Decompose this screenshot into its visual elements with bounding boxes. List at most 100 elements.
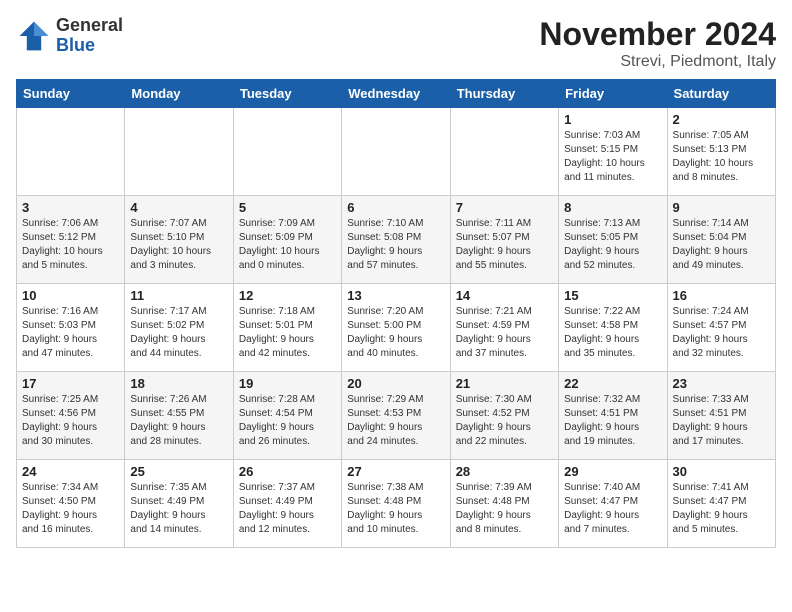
calendar-week-row: 1 Sunrise: 7:03 AM Sunset: 5:15 PM Daylig… [17,108,776,196]
day-info: Sunrise: 7:16 AM Sunset: 5:03 PM Dayligh… [22,305,119,361]
day-number: 8 [564,200,661,215]
calendar-cell: 9 Sunrise: 7:14 AM Sunset: 5:04 PM Daylig… [667,196,775,284]
calendar-cell: 30 Sunrise: 7:41 AM Sunset: 4:47 PM Dayli… [667,460,775,548]
title-area: November 2024 Strevi, Piedmont, Italy [539,16,776,71]
day-info: Sunrise: 7:38 AM Sunset: 4:48 PM Dayligh… [347,481,444,537]
calendar-cell: 18Sunrise: 7:26 AM Sunset: 4:55 PM Dayli… [125,372,233,460]
calendar-cell: 28Sunrise: 7:39 AM Sunset: 4:48 PM Dayli… [450,460,558,548]
logo: General Blue [16,16,123,56]
weekday-header-row: SundayMondayTuesdayWednesdayThursdayFrid… [17,80,776,108]
day-info: Sunrise: 7:18 AM Sunset: 5:01 PM Dayligh… [239,305,336,361]
day-number: 17 [22,376,119,391]
day-number: 4 [130,200,227,215]
calendar-cell: 25 Sunrise: 7:35 AM Sunset: 4:49 PM Dayli… [125,460,233,548]
calendar-cell: 11 Sunrise: 7:17 AM Sunset: 5:02 PM Dayli… [125,284,233,372]
calendar-cell: 20Sunrise: 7:29 AM Sunset: 4:53 PM Dayli… [342,372,450,460]
day-info: Sunrise: 7:40 AM Sunset: 4:47 PM Dayligh… [564,481,661,537]
day-info: Sunrise: 7:13 AM Sunset: 5:05 PM Dayligh… [564,217,661,273]
day-number: 2 [673,112,770,127]
day-info: Sunrise: 7:21 AM Sunset: 4:59 PM Dayligh… [456,305,553,361]
calendar-cell [17,108,125,196]
calendar-body: 1 Sunrise: 7:03 AM Sunset: 5:15 PM Daylig… [17,108,776,548]
day-number: 25 [130,464,227,479]
calendar-week-row: 10 Sunrise: 7:16 AM Sunset: 5:03 PM Dayli… [17,284,776,372]
day-info: Sunrise: 7:14 AM Sunset: 5:04 PM Dayligh… [673,217,770,273]
day-number: 28 [456,464,553,479]
calendar-cell: 6Sunrise: 7:10 AM Sunset: 5:08 PM Daylig… [342,196,450,284]
day-number: 12 [239,288,336,303]
day-number: 15 [564,288,661,303]
day-number: 21 [456,376,553,391]
weekday-header-cell: Friday [559,80,667,108]
day-info: Sunrise: 7:22 AM Sunset: 4:58 PM Dayligh… [564,305,661,361]
day-number: 1 [564,112,661,127]
calendar-table: SundayMondayTuesdayWednesdayThursdayFrid… [16,79,776,548]
day-number: 23 [673,376,770,391]
day-info: Sunrise: 7:07 AM Sunset: 5:10 PM Dayligh… [130,217,227,273]
day-number: 11 [130,288,227,303]
day-info: Sunrise: 7:30 AM Sunset: 4:52 PM Dayligh… [456,393,553,449]
day-number: 16 [673,288,770,303]
day-number: 3 [22,200,119,215]
calendar-cell [233,108,341,196]
day-info: Sunrise: 7:25 AM Sunset: 4:56 PM Dayligh… [22,393,119,449]
calendar-cell: 27 Sunrise: 7:38 AM Sunset: 4:48 PM Dayli… [342,460,450,548]
logo-general-text: General [56,15,123,35]
header: General Blue November 2024 Strevi, Piedm… [16,16,776,71]
calendar-cell: 26 Sunrise: 7:37 AM Sunset: 4:49 PM Dayli… [233,460,341,548]
calendar-cell: 29 Sunrise: 7:40 AM Sunset: 4:47 PM Dayli… [559,460,667,548]
day-info: Sunrise: 7:32 AM Sunset: 4:51 PM Dayligh… [564,393,661,449]
day-number: 14 [456,288,553,303]
calendar-cell: 3 Sunrise: 7:06 AM Sunset: 5:12 PM Daylig… [17,196,125,284]
calendar-cell: 14 Sunrise: 7:21 AM Sunset: 4:59 PM Dayli… [450,284,558,372]
day-number: 9 [673,200,770,215]
calendar-cell: 1 Sunrise: 7:03 AM Sunset: 5:15 PM Daylig… [559,108,667,196]
logo-blue-text: Blue [56,35,95,55]
day-info: Sunrise: 7:34 AM Sunset: 4:50 PM Dayligh… [22,481,119,537]
day-number: 26 [239,464,336,479]
calendar-cell: 7 Sunrise: 7:11 AM Sunset: 5:07 PM Daylig… [450,196,558,284]
day-number: 7 [456,200,553,215]
weekday-header-cell: Monday [125,80,233,108]
calendar-week-row: 17 Sunrise: 7:25 AM Sunset: 4:56 PM Dayli… [17,372,776,460]
weekday-header-cell: Sunday [17,80,125,108]
calendar-cell: 23 Sunrise: 7:33 AM Sunset: 4:51 PM Dayli… [667,372,775,460]
day-info: Sunrise: 7:03 AM Sunset: 5:15 PM Dayligh… [564,129,661,185]
day-info: Sunrise: 7:05 AM Sunset: 5:13 PM Dayligh… [673,129,770,185]
day-number: 29 [564,464,661,479]
weekday-header-cell: Saturday [667,80,775,108]
day-number: 24 [22,464,119,479]
calendar-cell: 4 Sunrise: 7:07 AM Sunset: 5:10 PM Daylig… [125,196,233,284]
calendar-cell: 16Sunrise: 7:24 AM Sunset: 4:57 PM Dayli… [667,284,775,372]
calendar-cell [342,108,450,196]
calendar-cell: 22 Sunrise: 7:32 AM Sunset: 4:51 PM Dayli… [559,372,667,460]
calendar-cell: 15 Sunrise: 7:22 AM Sunset: 4:58 PM Dayli… [559,284,667,372]
weekday-header-cell: Tuesday [233,80,341,108]
calendar-cell: 17 Sunrise: 7:25 AM Sunset: 4:56 PM Dayli… [17,372,125,460]
day-info: Sunrise: 7:37 AM Sunset: 4:49 PM Dayligh… [239,481,336,537]
day-info: Sunrise: 7:06 AM Sunset: 5:12 PM Dayligh… [22,217,119,273]
day-info: Sunrise: 7:20 AM Sunset: 5:00 PM Dayligh… [347,305,444,361]
day-number: 10 [22,288,119,303]
calendar-cell: 5Sunrise: 7:09 AM Sunset: 5:09 PM Daylig… [233,196,341,284]
day-number: 27 [347,464,444,479]
day-info: Sunrise: 7:33 AM Sunset: 4:51 PM Dayligh… [673,393,770,449]
calendar-cell: 8 Sunrise: 7:13 AM Sunset: 5:05 PM Daylig… [559,196,667,284]
calendar-cell: 19 Sunrise: 7:28 AM Sunset: 4:54 PM Dayli… [233,372,341,460]
day-info: Sunrise: 7:41 AM Sunset: 4:47 PM Dayligh… [673,481,770,537]
day-info: Sunrise: 7:11 AM Sunset: 5:07 PM Dayligh… [456,217,553,273]
calendar-cell: 13Sunrise: 7:20 AM Sunset: 5:00 PM Dayli… [342,284,450,372]
calendar-cell: 10 Sunrise: 7:16 AM Sunset: 5:03 PM Dayli… [17,284,125,372]
calendar-cell [125,108,233,196]
day-info: Sunrise: 7:17 AM Sunset: 5:02 PM Dayligh… [130,305,227,361]
calendar-cell: 24 Sunrise: 7:34 AM Sunset: 4:50 PM Dayli… [17,460,125,548]
day-info: Sunrise: 7:35 AM Sunset: 4:49 PM Dayligh… [130,481,227,537]
weekday-header-cell: Thursday [450,80,558,108]
day-info: Sunrise: 7:28 AM Sunset: 4:54 PM Dayligh… [239,393,336,449]
calendar-cell: 21 Sunrise: 7:30 AM Sunset: 4:52 PM Dayli… [450,372,558,460]
day-number: 30 [673,464,770,479]
calendar-week-row: 3 Sunrise: 7:06 AM Sunset: 5:12 PM Daylig… [17,196,776,284]
day-number: 22 [564,376,661,391]
day-number: 19 [239,376,336,391]
logo-icon [16,18,52,54]
